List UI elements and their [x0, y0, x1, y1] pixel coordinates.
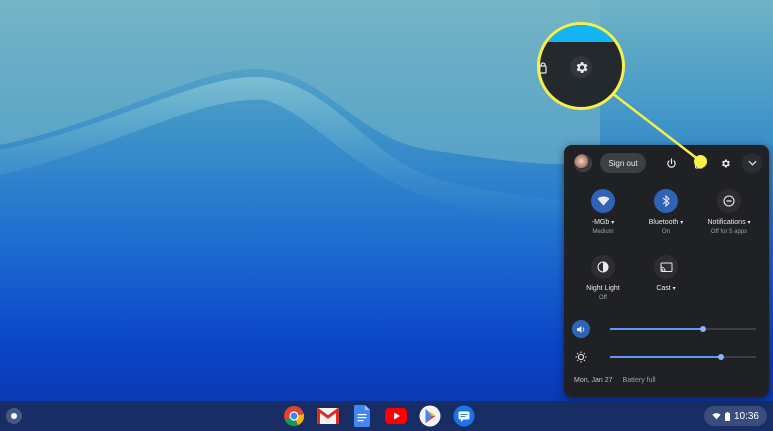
- tile-bluetooth-label: Bluetooth ▾: [648, 219, 684, 226]
- pinned-apps: [282, 404, 476, 428]
- tile-notifications-sublabel: Off for 5 apps: [710, 229, 748, 235]
- brightness-slider[interactable]: [610, 354, 756, 360]
- tile-cast[interactable]: Cast ▾: [636, 255, 696, 292]
- power-icon[interactable]: [661, 153, 681, 173]
- chrome-icon[interactable]: [282, 404, 306, 428]
- callout-dot: [694, 155, 707, 168]
- quick-settings-top-row: Sign out: [572, 153, 762, 175]
- battery-status: Battery full: [622, 377, 656, 384]
- volume-icon[interactable]: [572, 320, 590, 338]
- bluetooth-icon[interactable]: [654, 189, 678, 213]
- wifi-status-icon: [712, 412, 721, 419]
- night-light-icon[interactable]: [591, 255, 615, 279]
- tile-night-light[interactable]: Night Light Off: [573, 255, 633, 301]
- tile-bluetooth-sublabel: On: [661, 229, 670, 235]
- play-store-icon[interactable]: [418, 404, 442, 428]
- wifi-icon[interactable]: [591, 189, 615, 213]
- launcher-icon: [11, 413, 17, 419]
- quick-settings-footer: Mon, Jan 27 Battery full: [574, 377, 656, 384]
- cast-icon[interactable]: [654, 255, 678, 279]
- magnifier-wallpaper-band: [540, 25, 622, 42]
- user-avatar[interactable]: [574, 154, 592, 172]
- youtube-icon[interactable]: [384, 404, 408, 428]
- magnified-lock-icon: [540, 62, 547, 74]
- tile-network-label: -MGb ▾: [591, 219, 615, 226]
- battery-icon: [724, 411, 730, 421]
- magnifier-callout: [537, 22, 625, 110]
- volume-slider-row: [572, 320, 762, 338]
- volume-slider-fill: [610, 328, 704, 330]
- brightness-slider-thumb[interactable]: [717, 354, 724, 360]
- tile-network-sublabel: Medium: [592, 229, 614, 235]
- clock: 10:36: [733, 410, 759, 422]
- tile-bluetooth[interactable]: Bluetooth ▾ On: [636, 189, 696, 235]
- brightness-slider-fill: [610, 356, 721, 358]
- launcher-button[interactable]: [6, 408, 22, 424]
- tile-night-light-sublabel: Off: [599, 295, 607, 301]
- shelf: 10:36: [0, 401, 773, 431]
- collapse-chevron-icon[interactable]: [742, 153, 762, 173]
- settings-gear-icon[interactable]: [715, 153, 735, 173]
- volume-slider-thumb[interactable]: [700, 326, 707, 332]
- tile-night-light-label: Night Light: [586, 285, 620, 292]
- status-area[interactable]: 10:36: [703, 406, 767, 426]
- gmail-icon[interactable]: [316, 404, 340, 428]
- do-not-disturb-icon[interactable]: [717, 189, 741, 213]
- sign-out-button[interactable]: Sign out: [600, 153, 646, 173]
- volume-slider[interactable]: [610, 326, 756, 332]
- brightness-icon: [572, 348, 590, 366]
- quick-settings-panel: Sign out -MGb ▾ Medium Bluetooth ▾ On No…: [564, 145, 769, 397]
- tile-cast-label: Cast ▾: [656, 285, 676, 292]
- tile-notifications[interactable]: Notifications ▾ Off for 5 apps: [699, 189, 759, 235]
- messages-icon[interactable]: [452, 404, 476, 428]
- brightness-slider-row: [572, 348, 762, 366]
- tile-network[interactable]: -MGb ▾ Medium: [573, 189, 633, 235]
- docs-icon[interactable]: [350, 404, 374, 428]
- magnified-settings-gear-icon: [570, 56, 592, 78]
- date-label[interactable]: Mon, Jan 27: [574, 377, 613, 384]
- tile-notifications-label: Notifications ▾: [707, 219, 751, 226]
